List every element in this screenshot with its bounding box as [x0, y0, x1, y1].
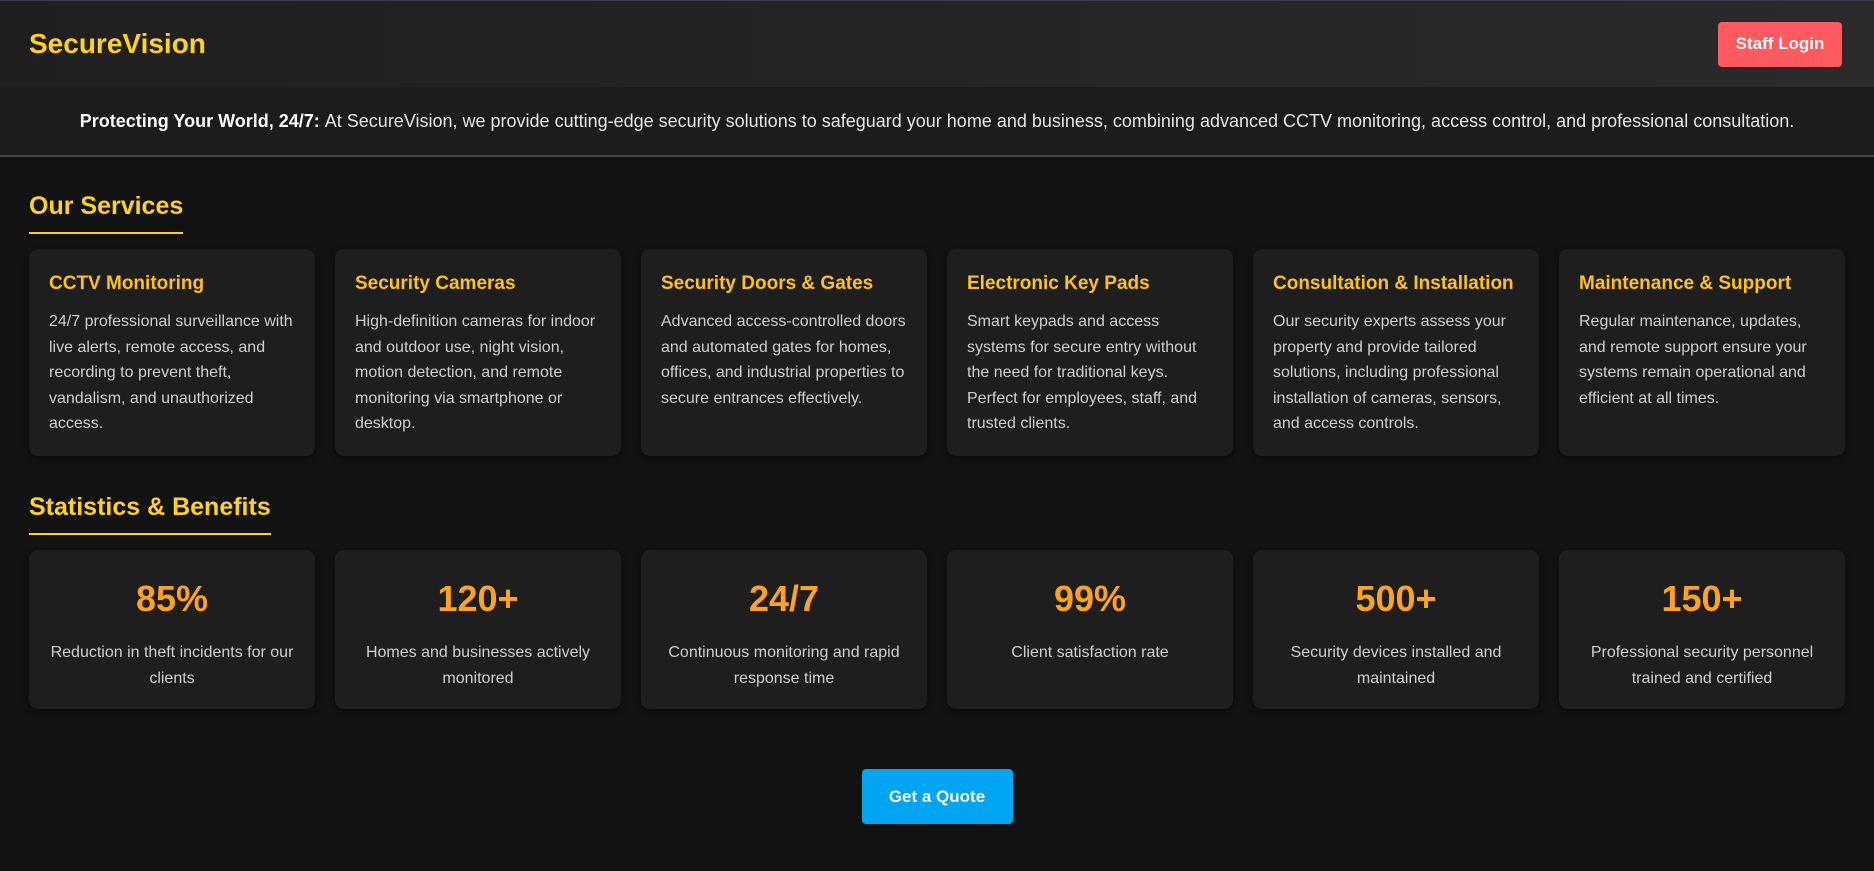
site-header: SecureVision Staff Login — [0, 0, 1874, 87]
stat-label: Professional security personnel trained … — [1590, 644, 1814, 687]
service-desc: Smart keypads and access systems for sec… — [967, 313, 1198, 433]
stat-label: Homes and businesses actively monitored — [365, 644, 591, 687]
service-desc: 24/7 professional surveillance with live… — [49, 313, 293, 433]
service-desc: Our security experts assess your propert… — [1273, 313, 1506, 433]
stat-value: 24/7 — [748, 578, 820, 619]
stat-value: 85% — [135, 578, 209, 619]
service-card-cameras: Security Cameras High-definition cameras… — [335, 249, 621, 456]
service-desc: High-definition cameras for indoor and o… — [355, 313, 596, 433]
staff-login-button[interactable]: Staff Login — [1718, 21, 1842, 67]
services-grid: CCTV Monitoring 24/7 professional survei… — [29, 249, 1845, 456]
services-section: Our Services CCTV Monitoring 24/7 profes… — [0, 192, 1874, 456]
stat-label: Security devices installed and maintaine… — [1290, 644, 1502, 687]
service-desc: Advanced access-controlled doors and aut… — [661, 313, 906, 407]
stat-card-theft-reduction: 85% Reduction in theft incidents for our… — [29, 550, 315, 709]
brand-logo[interactable]: SecureVision — [29, 28, 206, 60]
intro-banner: Protecting Your World, 24/7: At SecureVi… — [0, 87, 1874, 157]
intro-lead: Protecting Your World, 24/7: — [79, 110, 320, 131]
service-card-keypads: Electronic Key Pads Smart keypads and ac… — [947, 249, 1233, 456]
service-title: CCTV Monitoring — [49, 273, 205, 294]
stat-label: Reduction in theft incidents for our cli… — [50, 644, 294, 687]
stat-card-monitored: 120+ Homes and businesses actively monit… — [335, 550, 621, 709]
stat-card-continuous: 24/7 Continuous monitoring and rapid res… — [641, 550, 927, 709]
stat-value: 120+ — [437, 578, 519, 619]
stat-label: Continuous monitoring and rapid response… — [668, 644, 900, 687]
get-quote-button[interactable]: Get a Quote — [861, 769, 1013, 824]
service-title: Maintenance & Support — [1579, 273, 1792, 294]
stat-value: 99% — [1053, 578, 1127, 619]
service-card-consultation: Consultation & Installation Our security… — [1253, 249, 1539, 456]
stats-grid: 85% Reduction in theft incidents for our… — [29, 550, 1845, 709]
stats-section: Statistics & Benefits 85% Reduction in t… — [0, 493, 1874, 709]
service-card-cctv: CCTV Monitoring 24/7 professional survei… — [29, 249, 315, 456]
service-title: Security Cameras — [355, 273, 516, 294]
service-title: Security Doors & Gates — [661, 273, 874, 294]
service-card-doors-gates: Security Doors & Gates Advanced access-c… — [641, 249, 927, 456]
cta-section: Get a Quote — [0, 769, 1874, 824]
stat-card-devices: 500+ Security devices installed and main… — [1253, 550, 1539, 709]
stat-card-satisfaction: 99% Client satisfaction rate — [947, 550, 1233, 709]
intro-text: At SecureVision, we provide cutting-edge… — [324, 110, 1795, 131]
service-card-maintenance: Maintenance & Support Regular maintenanc… — [1559, 249, 1845, 456]
services-title: Our Services — [29, 192, 184, 234]
stat-value: 150+ — [1661, 578, 1743, 619]
service-title: Electronic Key Pads — [967, 273, 1150, 294]
service-desc: Regular maintenance, updates, and remote… — [1579, 313, 1807, 407]
stats-title: Statistics & Benefits — [29, 493, 271, 535]
stat-label: Client satisfaction rate — [1011, 644, 1169, 661]
stat-value: 500+ — [1355, 578, 1437, 619]
service-title: Consultation & Installation — [1273, 273, 1514, 294]
stat-card-personnel: 150+ Professional security personnel tra… — [1559, 550, 1845, 709]
